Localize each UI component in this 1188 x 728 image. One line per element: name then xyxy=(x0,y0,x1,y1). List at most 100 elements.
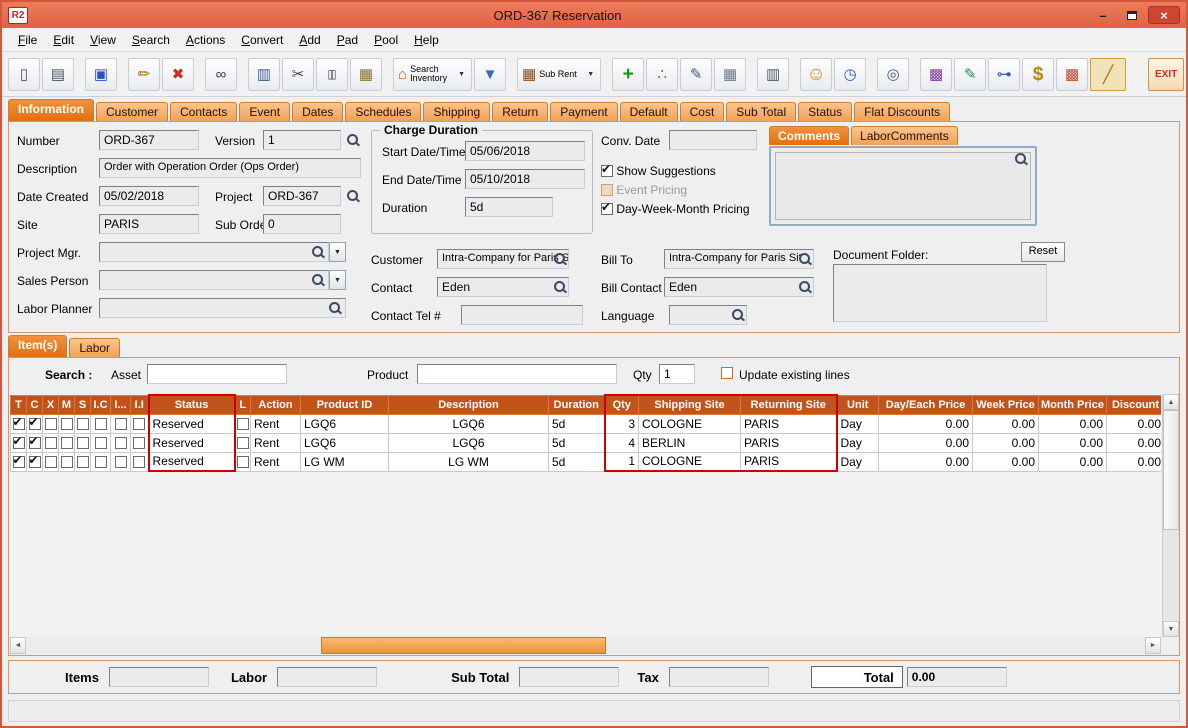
vertical-scrollbar[interactable]: ▲ ▼ xyxy=(1162,394,1179,637)
row-checkbox-c[interactable] xyxy=(28,434,41,449)
cell-duration[interactable]: 5d xyxy=(548,413,605,434)
time-button[interactable]: ◷ xyxy=(834,57,867,91)
comments-search-icon[interactable] xyxy=(1014,152,1028,166)
cell-ic[interactable] xyxy=(90,451,111,472)
table-row[interactable]: ReservedRentLGQ6LGQ65d3COLOGNEPARISDay0.… xyxy=(10,413,1161,434)
row-checkbox-t[interactable] xyxy=(12,415,25,430)
comments-textarea[interactable] xyxy=(775,152,1031,220)
cell-s[interactable] xyxy=(74,451,91,472)
row-checkbox-ic[interactable] xyxy=(94,455,107,468)
vertical-scrollbar-thumb[interactable] xyxy=(1163,410,1179,530)
paste-button[interactable]: ▦ xyxy=(350,57,382,91)
row-checkbox-ii[interactable] xyxy=(133,417,146,430)
row-checkbox-c[interactable] xyxy=(28,453,41,468)
cell-l[interactable] xyxy=(234,432,251,453)
cell-ii[interactable] xyxy=(130,432,149,453)
column-header-ii[interactable]: I.I xyxy=(130,394,149,415)
cell-l[interactable] xyxy=(234,451,251,472)
cell-c[interactable] xyxy=(26,432,43,453)
bill-contact-field[interactable]: Eden xyxy=(664,277,814,297)
tab-cost[interactable]: Cost xyxy=(679,102,725,121)
cell-m[interactable] xyxy=(58,432,75,453)
cell-day_each_price[interactable]: 0.00 xyxy=(878,451,973,472)
row-checkbox-ic[interactable] xyxy=(94,417,107,430)
column-header-qty[interactable]: Qty xyxy=(603,394,639,415)
sub-rent-button[interactable]: ▦ Sub Rent ▼ xyxy=(517,57,602,91)
description-field[interactable]: Order with Operation Order (Ops Order) xyxy=(99,158,361,178)
cell-c[interactable] xyxy=(26,451,43,472)
column-header-action[interactable]: Action xyxy=(250,394,301,415)
cell-discount[interactable]: 0.00 xyxy=(1106,451,1161,472)
document-button[interactable]: ▥ xyxy=(248,57,280,91)
scroll-left-icon[interactable]: ◄ xyxy=(10,637,26,654)
row-checkbox-l[interactable] xyxy=(236,455,249,468)
tab-contacts[interactable]: Contacts xyxy=(170,102,238,121)
cell-m[interactable] xyxy=(58,451,75,472)
cell-l[interactable] xyxy=(234,413,251,434)
cell-product_id[interactable]: LGQ6 xyxy=(300,432,389,453)
document-folder-box[interactable] xyxy=(833,264,1047,322)
column-header-t[interactable]: T xyxy=(10,394,27,415)
tab-customer[interactable]: Customer xyxy=(96,102,169,121)
row-checkbox-x[interactable] xyxy=(44,455,57,468)
column-header-unit[interactable]: Unit xyxy=(836,394,879,415)
cell-t[interactable] xyxy=(10,432,27,453)
project-search-icon[interactable] xyxy=(346,189,360,203)
project-field[interactable]: ORD-367 xyxy=(263,186,341,206)
row-checkbox-m[interactable] xyxy=(60,455,73,468)
row-checkbox-ii[interactable] xyxy=(133,436,146,449)
project-mgr-field[interactable] xyxy=(99,242,329,262)
column-header-l[interactable]: L xyxy=(234,394,251,415)
cell-returning_site[interactable]: PARIS xyxy=(740,451,838,472)
cell-ii[interactable] xyxy=(130,451,149,472)
column-header-m[interactable]: M xyxy=(58,394,75,415)
date-created-field[interactable]: 05/02/2018 xyxy=(99,186,199,206)
column-header-idot[interactable]: I... xyxy=(110,394,131,415)
menu-file[interactable]: File xyxy=(10,30,45,50)
cell-discount[interactable]: 0.00 xyxy=(1106,413,1161,434)
update-lines-checkbox[interactable] xyxy=(721,367,733,379)
cell-description[interactable]: LG WM xyxy=(388,451,549,472)
money-button[interactable]: $ xyxy=(1022,57,1055,91)
copy-button[interactable]: ▯▯ xyxy=(316,57,348,91)
menu-view[interactable]: View xyxy=(82,30,124,50)
cell-product_id[interactable]: LGQ6 xyxy=(300,413,389,434)
cell-duration[interactable]: 5d xyxy=(548,432,605,453)
start-date-field[interactable]: 05/06/2018 xyxy=(465,141,585,161)
cell-returning_site[interactable]: PARIS xyxy=(740,413,838,434)
row-checkbox-l[interactable] xyxy=(236,417,249,430)
row-checkbox-ii[interactable] xyxy=(133,455,146,468)
cell-qty[interactable]: 4 xyxy=(603,432,639,453)
cell-idot[interactable] xyxy=(110,451,131,472)
tab-schedules[interactable]: Schedules xyxy=(345,102,422,121)
cell-action[interactable]: Rent xyxy=(250,432,301,453)
row-checkbox-m[interactable] xyxy=(60,417,73,430)
tab-return[interactable]: Return xyxy=(492,102,549,121)
customer-search-icon[interactable] xyxy=(553,252,567,266)
contact-tel-field[interactable] xyxy=(461,305,583,325)
menu-pool[interactable]: Pool xyxy=(366,30,406,50)
wand-button[interactable]: ╱ xyxy=(1090,57,1127,91)
cell-week_price[interactable]: 0.00 xyxy=(972,451,1039,472)
asset-input[interactable] xyxy=(147,364,287,384)
tab-default[interactable]: Default xyxy=(619,102,678,121)
row-checkbox-idot[interactable] xyxy=(114,455,127,468)
column-header-ic[interactable]: I.C xyxy=(90,394,111,415)
cubes-button[interactable]: ▩ xyxy=(1056,57,1089,91)
bill-contact-search-icon[interactable] xyxy=(798,280,812,294)
column-header-s[interactable]: S xyxy=(74,394,91,415)
cell-day_each_price[interactable]: 0.00 xyxy=(878,413,973,434)
row-checkbox-ic[interactable] xyxy=(94,436,107,449)
row-checkbox-x[interactable] xyxy=(44,417,57,430)
cell-week_price[interactable]: 0.00 xyxy=(972,432,1039,453)
new-button[interactable]: ▯ xyxy=(8,57,40,91)
smiley-button[interactable]: ☺ xyxy=(800,57,833,91)
tab-labor[interactable]: Labor xyxy=(69,338,121,357)
dwm-pricing-checkbox[interactable] xyxy=(601,200,613,215)
cell-s[interactable] xyxy=(74,413,91,434)
batch-button[interactable]: ▦ xyxy=(714,57,747,91)
tab-sub-total[interactable]: Sub Total xyxy=(726,102,797,121)
bill-to-field[interactable]: Intra-Company for Paris Sit xyxy=(664,249,814,269)
cell-discount[interactable]: 0.00 xyxy=(1106,432,1161,453)
version-search-icon[interactable] xyxy=(346,133,360,147)
